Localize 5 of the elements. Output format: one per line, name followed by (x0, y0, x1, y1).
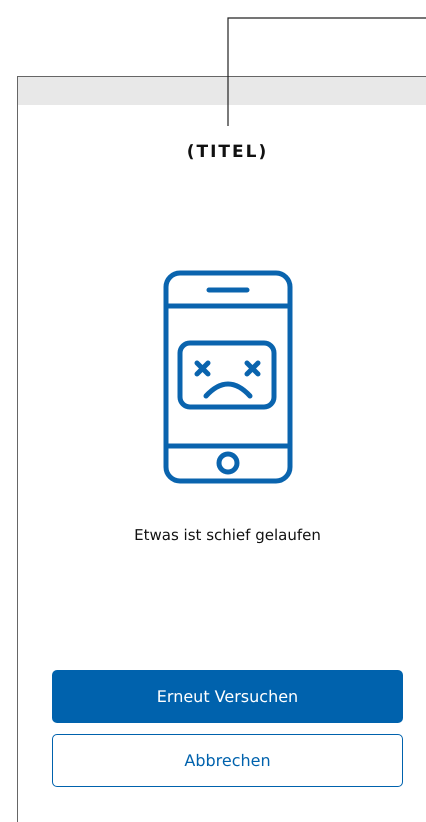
cancel-button[interactable]: Abbrechen (52, 734, 403, 787)
screen-title: (TITEL) (186, 142, 268, 162)
error-message: Etwas ist schief gelaufen (134, 526, 321, 544)
sad-phone-icon (162, 270, 292, 484)
retry-button[interactable]: Erneut Versuchen (52, 670, 403, 723)
